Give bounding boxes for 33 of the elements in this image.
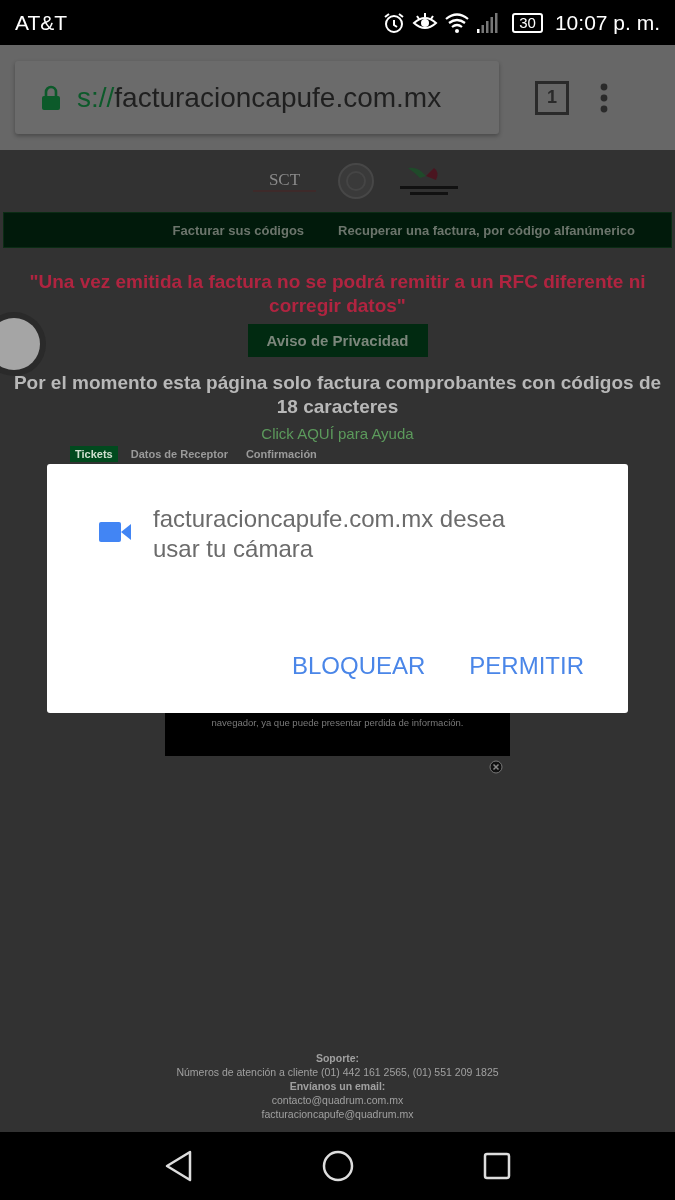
warning-text: "Una vez emitida la factura no se podrá remitir a un RFC diferente ni corregir datos" bbox=[28, 270, 647, 318]
more-menu-icon[interactable] bbox=[599, 82, 609, 113]
help-link[interactable]: Click AQUÍ para Ayuda bbox=[261, 425, 414, 442]
lock-icon bbox=[41, 84, 61, 111]
step-tab[interactable]: Confirmación bbox=[240, 446, 322, 462]
wifi-icon bbox=[444, 11, 471, 34]
step-tab[interactable]: Tickets bbox=[70, 446, 118, 462]
carrier: AT&T bbox=[15, 10, 68, 35]
popup-text: navegador, ya que puede presentar perdida de información. bbox=[211, 716, 464, 728]
logo-text: SCT bbox=[252, 170, 317, 192]
close-icon[interactable] bbox=[489, 760, 503, 774]
privacy-button[interactable]: Aviso de Privacidad bbox=[247, 324, 428, 357]
step-tab[interactable]: Datos de Receptor bbox=[125, 446, 233, 462]
footer-text: facturacioncapufe@quadrum.mx bbox=[261, 1108, 414, 1120]
clock: 10:07 p. m. bbox=[554, 10, 660, 35]
signal-icon bbox=[476, 11, 499, 34]
nav-link[interactable]: Recuperar una factura, por código alfanúmerico bbox=[338, 222, 635, 238]
footer-text: Números de atención a cliente (01) 442 161 2565, (01) 551 209 1825 bbox=[176, 1066, 499, 1078]
address-bar[interactable]: s://facturacioncapufe.com.mx bbox=[15, 61, 499, 134]
battery-icon: 30 bbox=[512, 12, 543, 33]
recents-icon[interactable] bbox=[482, 1152, 511, 1180]
dialog-button[interactable]: BLOQUEAR bbox=[291, 652, 426, 680]
footer-text: Envíanos un email: bbox=[289, 1080, 386, 1092]
dialog-message: facturacioncapufe.com.mx desea usar tu cámara bbox=[153, 504, 507, 564]
video-camera-icon bbox=[99, 522, 131, 542]
url-text: s://facturacioncapufe.com.mx bbox=[77, 81, 442, 114]
footer-text: contacto@quadrum.com.mx bbox=[271, 1094, 404, 1106]
tab-count-button[interactable]: 1 bbox=[535, 80, 569, 115]
dialog-button[interactable]: PERMITIR bbox=[469, 652, 584, 680]
notice-heading: Por el momento esta página solo factura comprobantes con códigos de 18 caracteres bbox=[12, 371, 663, 419]
home-icon[interactable] bbox=[322, 1150, 355, 1182]
footer-text: Soporte: bbox=[315, 1052, 360, 1064]
nav-link[interactable]: Facturar sus códigos bbox=[172, 222, 305, 238]
